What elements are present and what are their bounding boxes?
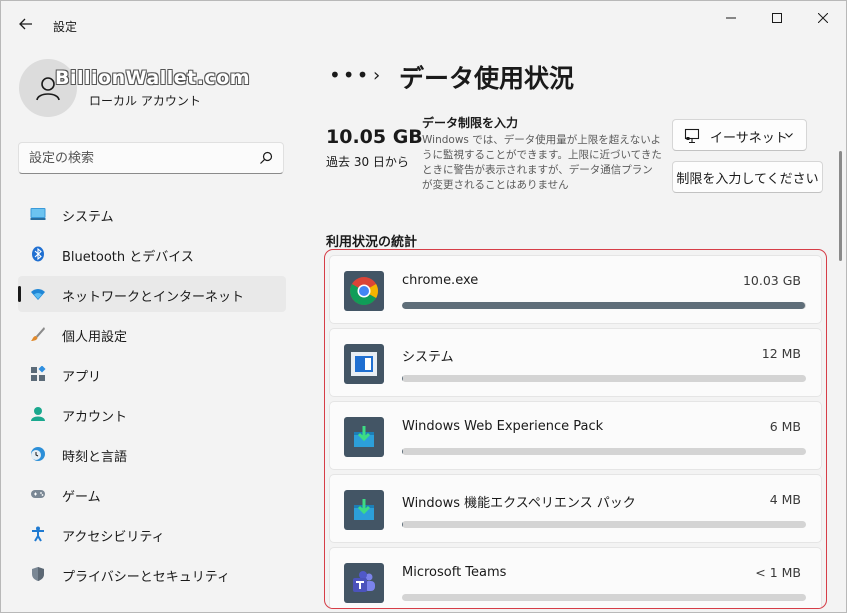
usage-bar <box>402 302 806 309</box>
watermark: BillionWallet.com <box>55 67 251 89</box>
close-button[interactable] <box>800 1 846 35</box>
usage-total: 10.05 GB <box>326 126 423 148</box>
maximize-icon <box>772 13 782 23</box>
search-input[interactable] <box>29 149 249 167</box>
app-title: 設定 <box>53 20 78 34</box>
usage-bar <box>402 448 806 455</box>
gamepad-icon <box>31 490 45 498</box>
sidebar-item-network[interactable]: ネットワークとインターネット <box>18 276 286 312</box>
back-arrow-icon <box>19 18 32 30</box>
usage-bar <box>402 521 806 528</box>
app-name: システム <box>402 350 454 365</box>
close-icon <box>818 13 828 23</box>
sidebar-item-label: プライバシーとセキュリティ <box>62 570 230 585</box>
sidebar-item-label: 時刻と言語 <box>62 450 128 465</box>
limit-description: Windows では、データ使用量が上限を超えないように監視することができます。… <box>422 134 662 191</box>
chrome-icon <box>344 271 384 311</box>
accessibility-icon <box>32 526 44 542</box>
app-name: chrome.exe <box>402 273 479 288</box>
app-data-size: 10.03 GB <box>742 273 801 288</box>
limit-heading: データ制限を入力 <box>422 116 519 130</box>
chevron-down-icon <box>785 133 793 138</box>
app-name: Windows Web Experience Pack <box>402 419 604 434</box>
sidebar-item-label: ネットワークとインターネット <box>62 290 245 305</box>
wifi-icon <box>31 289 45 300</box>
settings-window: 設定 ローカル アカウント BillionWallet.com 設定の検索 シス… <box>0 0 847 613</box>
usage-stats-heading: 利用状況の統計 <box>326 235 418 250</box>
app-name: Windows 機能エクスペリエンス パック <box>402 496 636 511</box>
list-item[interactable]: Microsoft Teams < 1 MB <box>329 547 822 608</box>
sidebar-item-label: アプリ <box>62 370 102 385</box>
back-button[interactable] <box>13 11 39 37</box>
search-box[interactable] <box>18 142 284 174</box>
sidebar-item-personalization[interactable]: 個人用設定 <box>18 316 286 352</box>
sidebar-item-privacy[interactable]: プライバシーとセキュリティ <box>18 556 286 592</box>
app-name: Microsoft Teams <box>402 565 507 580</box>
maximize-button[interactable] <box>754 1 800 35</box>
sidebar-item-label: ゲーム <box>62 490 101 505</box>
app-data-size: 6 MB <box>769 419 801 434</box>
sidebar-nav: システム Bluetooth とデバイス ネットワークとインターネット 個人用設… <box>18 196 286 596</box>
system-app-icon <box>344 344 384 384</box>
ethernet-icon <box>684 128 700 144</box>
system-icon <box>30 208 46 220</box>
list-item[interactable]: システム 12 MB <box>329 328 822 397</box>
enter-limit-button[interactable]: 制限を入力してください <box>672 161 823 193</box>
sidebar-item-time-language[interactable]: 時刻と言語 <box>18 436 286 472</box>
sidebar-item-system[interactable]: システム <box>18 196 286 232</box>
app-data-size: 12 MB <box>761 346 801 361</box>
network-adapter-dropdown[interactable]: イーサネット <box>672 119 807 151</box>
app-data-size: < 1 MB <box>755 565 801 580</box>
sidebar-item-accounts[interactable]: アカウント <box>18 396 286 432</box>
time-language-icon <box>31 447 45 461</box>
sidebar-item-apps[interactable]: アプリ <box>18 356 286 392</box>
minimize-button[interactable] <box>708 1 754 35</box>
sidebar-item-gaming[interactable]: ゲーム <box>18 476 286 512</box>
usage-bar-fill <box>402 302 806 309</box>
scrollbar-thumb[interactable] <box>839 151 842 261</box>
sidebar-item-label: 個人用設定 <box>62 330 128 345</box>
usage-bar <box>402 594 806 601</box>
app-data-size: 4 MB <box>769 492 801 507</box>
package-icon <box>344 417 384 457</box>
list-item[interactable]: chrome.exe 10.03 GB <box>329 255 822 324</box>
sidebar-item-label: アカウント <box>62 410 128 425</box>
bluetooth-icon <box>32 246 44 262</box>
app-usage-list: chrome.exe 10.03 GB システム 12 MB Windows W… <box>324 249 827 609</box>
sidebar-item-accessibility[interactable]: アクセシビリティ <box>18 516 286 552</box>
title-bar: 設定 <box>1 1 846 49</box>
page-title: データ使用状況 <box>399 64 575 93</box>
minimize-icon <box>726 17 736 19</box>
package-icon <box>344 490 384 530</box>
breadcrumb-more[interactable]: ••• <box>329 63 370 87</box>
account-type: ローカル アカウント <box>89 94 201 108</box>
network-adapter-value: イーサネット <box>710 131 788 146</box>
list-item[interactable]: Windows 機能エクスペリエンス パック 4 MB <box>329 474 822 543</box>
apps-icon <box>31 366 46 381</box>
sidebar-item-label: Bluetooth とデバイス <box>62 250 194 265</box>
list-item[interactable]: Windows Web Experience Pack 6 MB <box>329 401 822 470</box>
brush-icon <box>31 327 45 341</box>
search-icon[interactable] <box>259 151 273 165</box>
enter-limit-label: 制限を入力してください <box>676 171 819 187</box>
account-icon <box>31 407 45 421</box>
breadcrumb-separator: › <box>373 65 381 86</box>
sidebar-item-label: システム <box>62 210 114 225</box>
sidebar-item-label: アクセシビリティ <box>62 530 165 545</box>
shield-icon <box>32 567 44 581</box>
teams-icon <box>344 563 384 603</box>
sidebar-item-bluetooth[interactable]: Bluetooth とデバイス <box>18 236 286 272</box>
usage-period: 過去 30 日から <box>326 155 409 169</box>
usage-bar <box>402 375 806 382</box>
